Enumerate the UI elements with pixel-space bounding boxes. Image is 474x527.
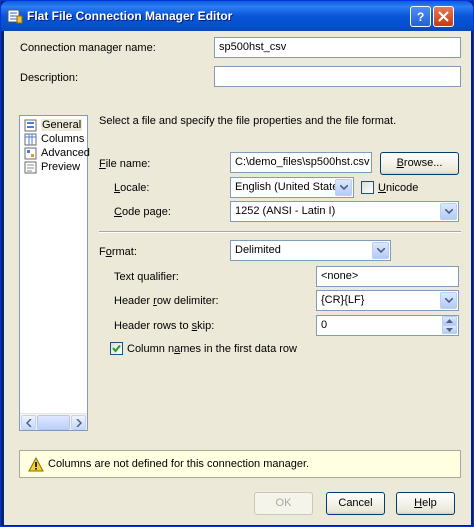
dialog-body: Connection manager name: sp500hst_csv De… xyxy=(4,31,471,525)
title-help-button[interactable]: ? xyxy=(410,6,431,27)
format-value: Delimited xyxy=(235,244,281,256)
dialog-window: Flat File Connection Manager Editor ? Co… xyxy=(0,0,474,527)
checkmark-icon xyxy=(112,344,121,353)
chevron-up-icon xyxy=(446,319,453,323)
header-rows-skip-label: Header rows to skip: xyxy=(114,320,215,332)
nav-horizontal-scrollbar[interactable] xyxy=(20,413,87,430)
code-page-dropdown[interactable]: 1252 (ANSI - Latin I) xyxy=(230,201,459,222)
title-bar[interactable]: Flat File Connection Manager Editor ? xyxy=(1,1,473,31)
scroll-thumb[interactable] xyxy=(37,415,70,430)
svg-text:?: ? xyxy=(417,10,424,23)
conn-name-input[interactable]: sp500hst_csv xyxy=(214,37,461,58)
file-name-input[interactable]: C:\demo_files\sp500hst.csv xyxy=(230,152,372,173)
text-qualifier-label: Text qualifier: xyxy=(114,271,179,283)
description-label: Description: xyxy=(20,72,79,84)
locale-value: English (United States) xyxy=(235,181,348,193)
text-qualifier-input[interactable]: <none> xyxy=(316,266,459,287)
advanced-page-icon xyxy=(24,147,37,160)
header-rows-skip-value: 0 xyxy=(321,319,328,331)
status-message: Columns are not defined for this connect… xyxy=(48,458,310,470)
instruction-text: Select a file and specify the file prope… xyxy=(99,115,397,127)
code-page-dropdown-button[interactable] xyxy=(440,203,457,220)
format-label: Format: xyxy=(99,246,137,258)
spin-down-button[interactable] xyxy=(442,325,457,334)
connection-manager-icon xyxy=(7,9,23,24)
header-rows-skip-spinner[interactable]: 0 xyxy=(316,315,459,336)
chevron-down-icon xyxy=(446,328,453,332)
column-names-label: Column names in the first data row xyxy=(127,343,297,355)
nav-item-label: General xyxy=(41,119,83,131)
close-icon xyxy=(438,11,449,22)
columns-page-icon xyxy=(24,133,37,146)
browse-button[interactable]: Browse... xyxy=(380,152,459,175)
section-divider xyxy=(99,231,461,233)
spin-up-button[interactable] xyxy=(442,316,457,325)
column-names-checkbox[interactable] xyxy=(110,342,123,355)
header-row-delimiter-dropdown[interactable]: {CR}{LF} xyxy=(316,290,459,311)
title-close-button[interactable] xyxy=(433,6,454,27)
window-title: Flat File Connection Manager Editor xyxy=(27,9,233,23)
help-button[interactable]: Help xyxy=(396,492,455,515)
code-page-value: 1252 (ANSI - Latin I) xyxy=(235,205,336,217)
arrow-right-icon xyxy=(76,419,82,427)
preview-page-icon xyxy=(24,161,37,174)
scroll-right-button[interactable] xyxy=(71,415,86,430)
header-row-delimiter-label: Header row delimiter: xyxy=(114,295,219,307)
chevron-down-icon xyxy=(445,298,453,303)
conn-name-label: Connection manager name: xyxy=(20,42,156,54)
nav-item-label: Preview xyxy=(41,161,81,173)
arrow-left-icon xyxy=(26,419,32,427)
locale-dropdown-button[interactable] xyxy=(335,179,352,196)
question-icon: ? xyxy=(417,10,424,23)
code-page-label: Code page: xyxy=(114,206,171,218)
page-nav-list: General Columns Advanced Preview xyxy=(19,115,90,431)
unicode-label: Unicode xyxy=(378,182,419,194)
format-dropdown[interactable]: Delimited xyxy=(230,240,391,261)
ok-button[interactable]: OK xyxy=(254,492,313,515)
nav-item-label: Columns xyxy=(41,133,85,145)
warning-icon xyxy=(28,457,44,472)
chevron-down-icon xyxy=(445,209,453,214)
general-page-icon xyxy=(24,119,37,132)
header-row-delimiter-dropdown-button[interactable] xyxy=(440,292,457,309)
description-input[interactable] xyxy=(214,66,461,87)
cancel-button[interactable]: Cancel xyxy=(326,492,385,515)
header-row-delimiter-value: {CR}{LF} xyxy=(321,294,365,306)
status-warning-bar: Columns are not defined for this connect… xyxy=(19,450,461,478)
unicode-checkbox[interactable] xyxy=(361,181,374,194)
chevron-down-icon xyxy=(377,248,385,253)
locale-dropdown[interactable]: English (United States) xyxy=(230,177,354,198)
chevron-down-icon xyxy=(340,185,348,190)
format-dropdown-button[interactable] xyxy=(372,242,389,259)
nav-item-label: Advanced xyxy=(41,147,90,159)
file-name-label: File name: xyxy=(99,158,151,170)
scroll-left-button[interactable] xyxy=(21,415,36,430)
locale-label: Locale: xyxy=(114,182,150,194)
